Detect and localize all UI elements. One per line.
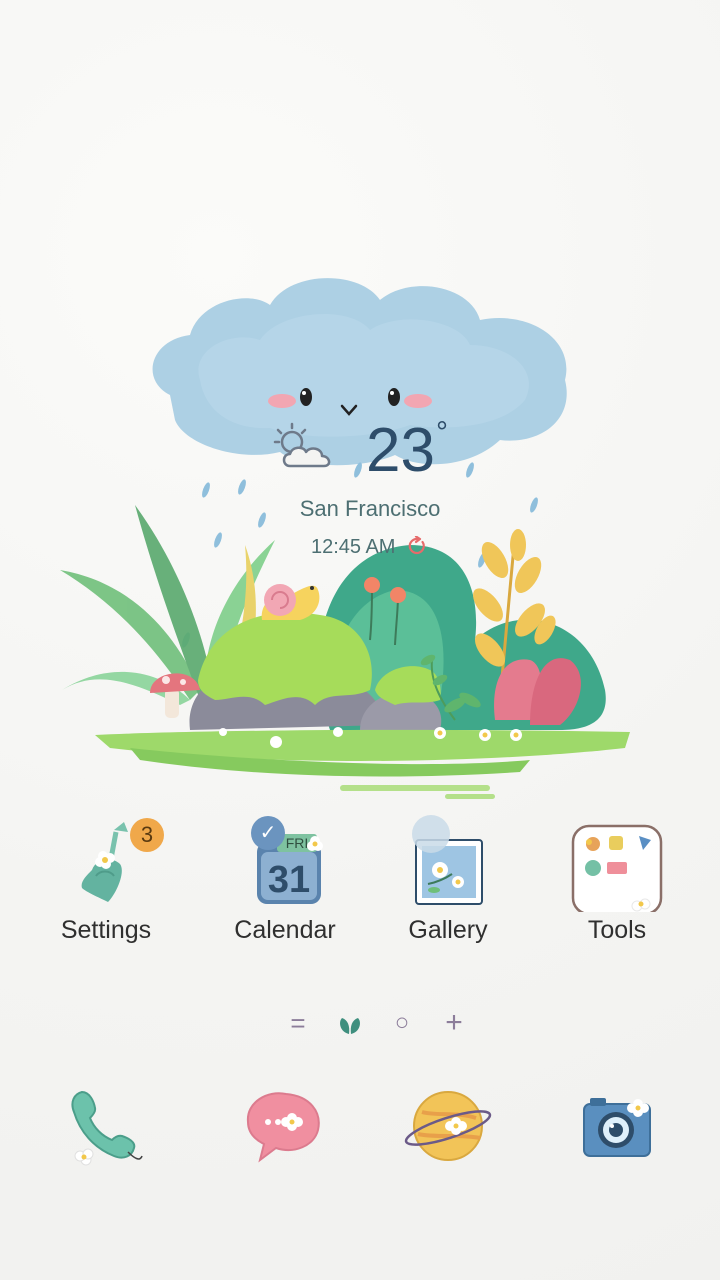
app-tools-folder[interactable]: Tools bbox=[537, 812, 697, 945]
weather-scene-illustration bbox=[60, 278, 630, 799]
snail bbox=[261, 584, 320, 620]
pink-leaves bbox=[494, 658, 581, 725]
indicator-dot bbox=[412, 815, 450, 853]
dock-messages[interactable] bbox=[238, 1082, 328, 1172]
app-label: Calendar bbox=[234, 916, 336, 944]
cloud-illustration bbox=[152, 278, 567, 466]
time-row: 12:45 AM bbox=[0, 536, 720, 559]
check-icon: ✓ bbox=[251, 816, 285, 850]
calendar-day-number: 31 bbox=[268, 859, 310, 901]
home-screen: 23 ° San Francisco 12:45 AM 3 Settings F… bbox=[0, 0, 720, 1280]
circle-icon[interactable]: ○ bbox=[384, 1006, 420, 1040]
phone-icon bbox=[71, 1090, 143, 1166]
dock-camera[interactable] bbox=[572, 1082, 662, 1172]
app-label: Settings bbox=[60, 916, 152, 944]
dock-browser[interactable] bbox=[402, 1082, 492, 1172]
weather-widget[interactable]: 23 ° San Francisco 12:45 AM bbox=[0, 0, 720, 820]
app-settings[interactable]: 3 Settings bbox=[26, 812, 186, 945]
partly-cloudy-icon bbox=[273, 422, 331, 468]
calendar-day-name: FRI bbox=[286, 835, 309, 851]
messages-icon bbox=[246, 1092, 320, 1163]
app-calendar[interactable]: FRI 31 ✓ Calendar bbox=[205, 812, 365, 945]
calendar-icon: FRI 31 bbox=[257, 834, 323, 904]
app-label: Tools bbox=[587, 916, 647, 944]
app-label: Gallery bbox=[408, 916, 488, 944]
dock-phone[interactable] bbox=[62, 1082, 152, 1172]
app-gallery[interactable]: Gallery bbox=[368, 812, 528, 945]
time-label: 12:45 AM bbox=[310, 536, 396, 558]
temperature-value: 23 bbox=[366, 416, 435, 485]
refresh-icon[interactable] bbox=[407, 536, 427, 556]
location-label: San Francisco bbox=[299, 496, 441, 521]
notification-badge: 3 bbox=[130, 818, 164, 852]
ground bbox=[95, 729, 630, 799]
plus-icon[interactable]: + bbox=[436, 1006, 472, 1040]
leaf-icon[interactable] bbox=[332, 1006, 368, 1040]
menu-lines-icon[interactable]: = bbox=[280, 1006, 316, 1040]
degree-symbol: ° bbox=[436, 416, 448, 449]
browser-planet-icon bbox=[404, 1091, 492, 1161]
page-indicators[interactable]: = ○ + bbox=[280, 1006, 470, 1040]
camera-icon bbox=[583, 1098, 651, 1157]
tools-folder-icon bbox=[571, 824, 663, 916]
